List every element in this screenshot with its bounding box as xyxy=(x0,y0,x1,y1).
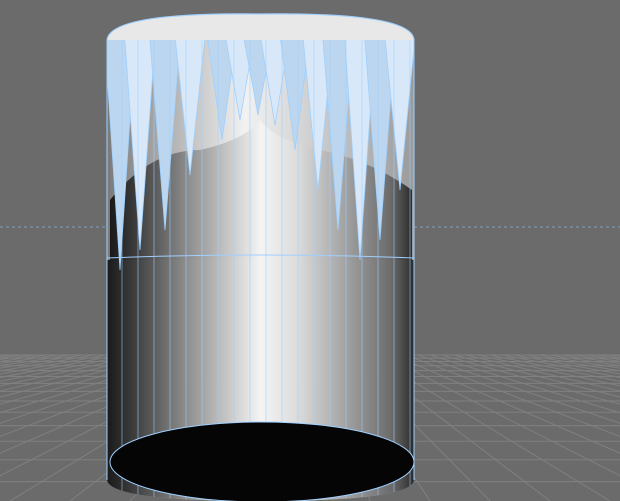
cylinder-mesh[interactable] xyxy=(104,13,416,501)
cylinder-bottom-opening xyxy=(109,421,415,501)
3d-viewport[interactable] xyxy=(0,0,620,501)
viewport-canvas[interactable] xyxy=(0,0,620,501)
